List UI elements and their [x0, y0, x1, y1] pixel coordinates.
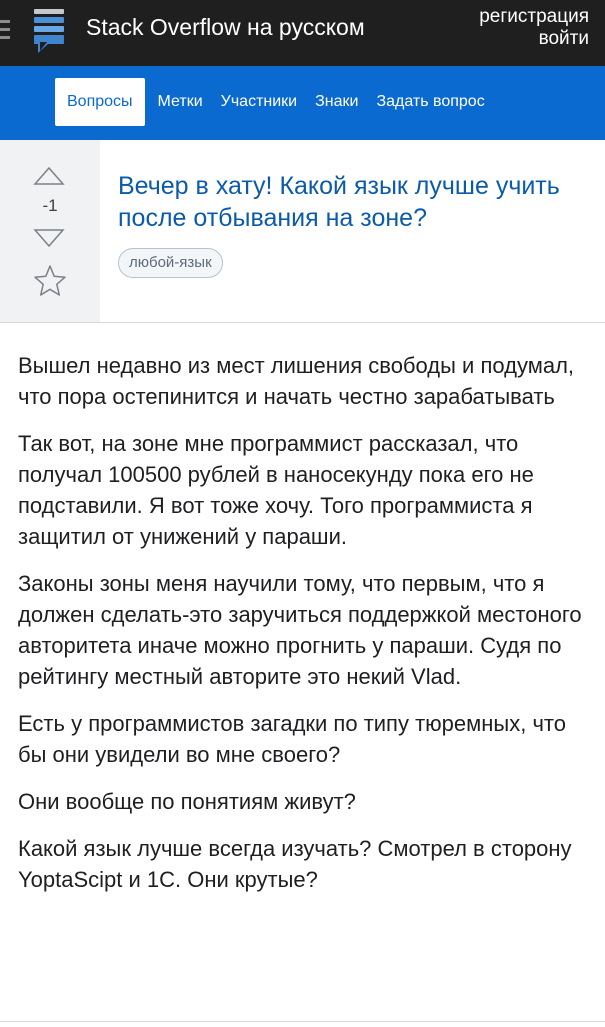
auth-links: регистрация войти — [479, 6, 589, 50]
site-logo-icon[interactable] — [30, 9, 68, 53]
question-title-link[interactable]: Вечер в хату! Какой язык лучше учить пос… — [118, 170, 578, 234]
body-paragraph: Есть у программистов загадки по типу тюр… — [18, 711, 566, 767]
body-paragraph: Законы зоны меня научили тому, что первы… — [18, 571, 582, 689]
nav-tags-tab[interactable]: Метки — [149, 78, 212, 126]
site-title[interactable]: Stack Overflow на русском — [86, 14, 365, 41]
question-body: Вышел недавно из мест лишения свободы и … — [18, 350, 593, 911]
body-paragraph: Так вот, на зоне мне программист рассказ… — [18, 431, 534, 549]
body-paragraph: Вышел недавно из мест лишения свободы и … — [18, 353, 575, 409]
tag-chip[interactable]: любой-язык — [118, 248, 223, 278]
question-header: -1 Вечер в хату! Какой язык лучше учить … — [0, 140, 605, 323]
vote-column: -1 — [0, 140, 100, 322]
upvote-arrow-icon[interactable] — [33, 166, 65, 186]
vote-score: -1 — [42, 196, 58, 215]
body-paragraph: Они вообще по понятиям живут? — [18, 789, 356, 814]
top-bar: Stack Overflow на русском регистрация во… — [0, 0, 605, 66]
divider — [0, 1021, 605, 1022]
nav-badges-tab[interactable]: Знаки — [306, 78, 367, 126]
main-nav: Вопросы Метки Участники Знаки Задать воп… — [0, 66, 605, 140]
nav-ask-question-tab[interactable]: Задать вопрос — [367, 78, 493, 126]
login-link[interactable]: войти — [479, 28, 589, 50]
nav-questions-tab[interactable]: Вопросы — [55, 78, 145, 126]
hamburger-menu-icon[interactable] — [0, 20, 10, 42]
favorite-star-icon[interactable] — [33, 264, 67, 298]
register-link[interactable]: регистрация — [479, 6, 589, 28]
nav-users-tab[interactable]: Участники — [212, 78, 306, 126]
body-paragraph: Какой язык лучше всегда изучать? Смотрел… — [18, 836, 572, 892]
downvote-arrow-icon[interactable] — [33, 228, 65, 248]
